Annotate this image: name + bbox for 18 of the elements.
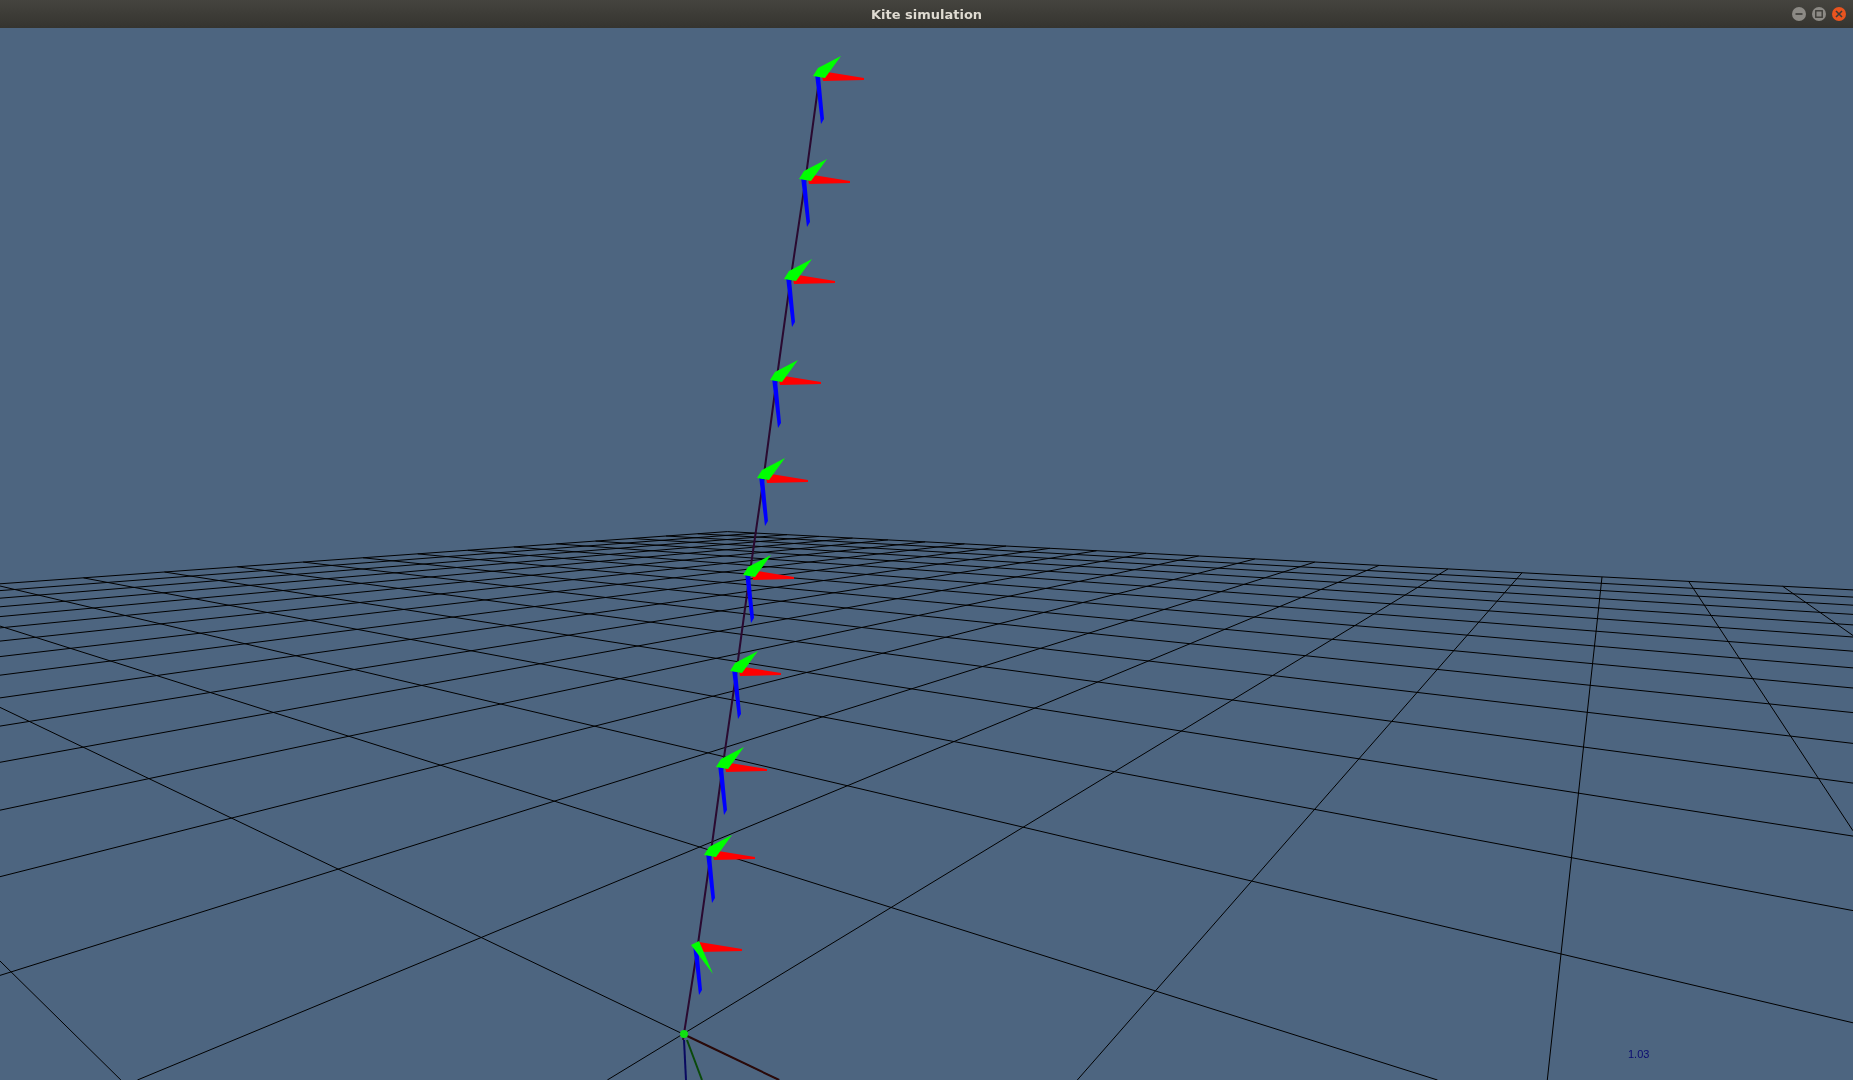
coordinate-frame bbox=[691, 941, 742, 995]
coordinate-frame bbox=[716, 747, 767, 815]
coordinate-frame bbox=[770, 360, 821, 428]
coordinate-frame bbox=[784, 259, 835, 327]
frame-rate-reading: 1.03 bbox=[1628, 1048, 1650, 1060]
y-axis-line bbox=[686, 1039, 703, 1080]
close-icon[interactable] bbox=[1831, 6, 1847, 22]
minimize-icon[interactable] bbox=[1791, 6, 1807, 22]
window-title: Kite simulation bbox=[870, 6, 983, 22]
coordinate-frame bbox=[704, 835, 755, 903]
maximize-icon[interactable] bbox=[1811, 6, 1827, 22]
coordinate-frame bbox=[730, 651, 781, 719]
z-axis-line bbox=[683, 1039, 687, 1080]
coordinate-frame bbox=[799, 159, 850, 227]
coordinate-frame bbox=[743, 555, 794, 623]
coordinate-frame bbox=[813, 56, 864, 124]
coordinate-frame bbox=[757, 458, 808, 526]
origin-marker bbox=[680, 1030, 688, 1038]
